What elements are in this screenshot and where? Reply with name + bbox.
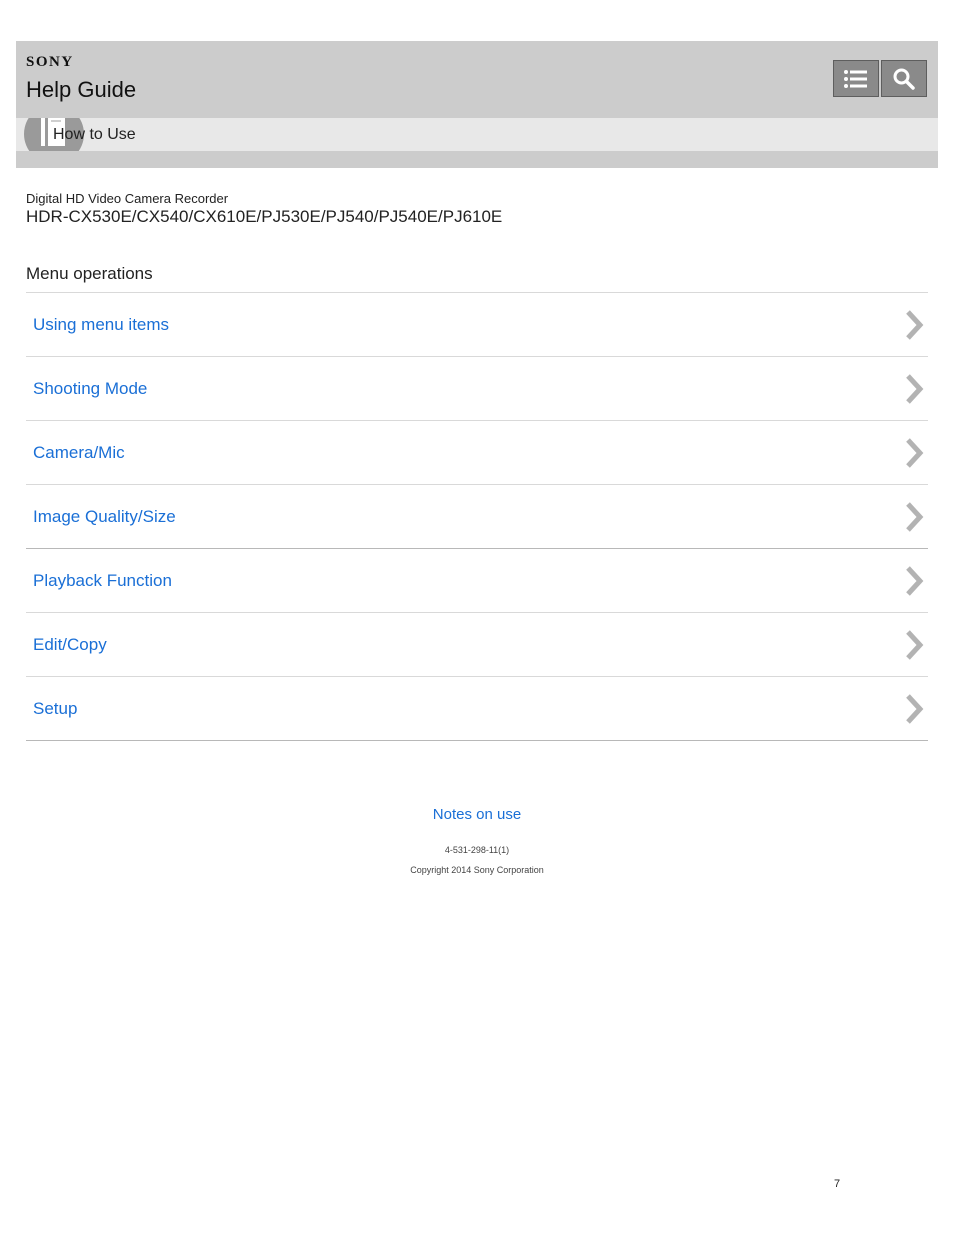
section-label: How to Use (53, 126, 136, 143)
menu-list: Using menu items Shooting Mode Camera/Mi… (26, 292, 928, 741)
menu-item-image-quality-size[interactable]: Image Quality/Size (26, 485, 928, 549)
chevron-right-icon (906, 566, 924, 596)
chevron-right-icon (906, 694, 924, 724)
search-icon (893, 68, 915, 90)
menu-item-using-menu-items[interactable]: Using menu items (26, 293, 928, 357)
help-guide-title: Help Guide (26, 77, 137, 102)
menu-item-shooting-mode[interactable]: Shooting Mode (26, 357, 928, 421)
header-strip (16, 151, 938, 168)
sony-logo: SONY (26, 54, 74, 70)
chevron-right-icon (906, 502, 924, 532)
product-models: HDR-CX530E/CX540/CX610E/PJ530E/PJ540/PJ5… (26, 207, 503, 226)
section-bar: How to Use (16, 118, 938, 151)
list-icon (844, 69, 867, 88)
menu-item-setup[interactable]: Setup (26, 677, 928, 741)
menu-item-label[interactable]: Image Quality/Size (33, 507, 176, 527)
menu-item-camera-mic[interactable]: Camera/Mic (26, 421, 928, 485)
menu-item-label[interactable]: Setup (33, 699, 77, 719)
page-title: Menu operations (26, 264, 153, 283)
search-button[interactable] (881, 60, 927, 97)
menu-item-playback-function[interactable]: Playback Function (26, 549, 928, 613)
document-number: 4-531-298-11(1) (444, 845, 510, 855)
menu-item-label[interactable]: Playback Function (33, 571, 172, 591)
menu-item-label[interactable]: Camera/Mic (33, 443, 125, 463)
menu-item-label[interactable]: Edit/Copy (33, 635, 107, 655)
product-type: Digital HD Video Camera Recorder (26, 191, 229, 206)
chevron-right-icon (906, 310, 924, 340)
menu-item-edit-copy[interactable]: Edit/Copy (26, 613, 928, 677)
notes-on-use-link[interactable]: Notes on use (0, 806, 954, 823)
menu-item-label[interactable]: Using menu items (33, 315, 169, 335)
chevron-right-icon (906, 630, 924, 660)
menu-item-label[interactable]: Shooting Mode (33, 379, 147, 399)
copyright-text: Copyright 2014 Sony Corporation (410, 865, 544, 875)
table-of-contents-button[interactable] (833, 60, 879, 97)
chevron-right-icon (906, 438, 924, 468)
page-number: 7 (834, 1178, 841, 1190)
chevron-right-icon (906, 374, 924, 404)
header-bar: SONY Help Guide (16, 41, 938, 118)
